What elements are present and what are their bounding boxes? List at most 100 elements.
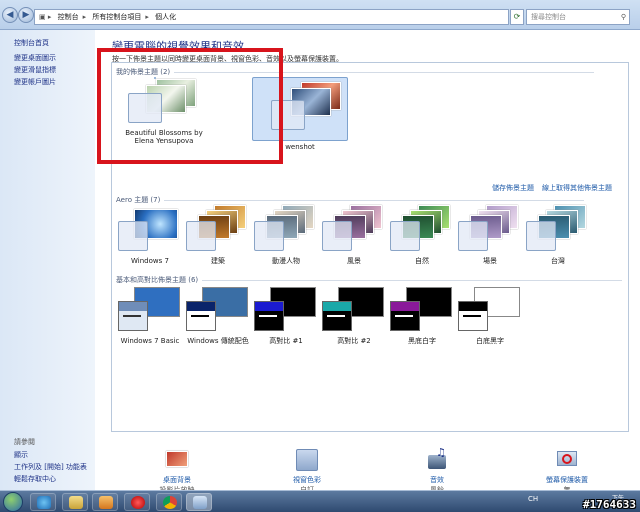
sidebar-item-mouse-pointers[interactable]: 變更滑鼠指標 bbox=[14, 65, 56, 75]
theme-label: Windows 7 bbox=[131, 257, 169, 265]
theme-titlebar-preview bbox=[255, 302, 283, 311]
opera-icon[interactable] bbox=[124, 493, 150, 511]
theme-thumbnail bbox=[320, 205, 388, 255]
theme-window-preview bbox=[322, 301, 352, 331]
see-also-ease-of-access[interactable]: 輕鬆存取中心 bbox=[14, 474, 56, 484]
theme-label: 自然 bbox=[415, 257, 429, 265]
window-glass-swatch bbox=[390, 221, 420, 251]
desktop-background-setting[interactable]: 桌面背景 投影片放映 bbox=[137, 447, 217, 495]
theme-titlebar-preview bbox=[119, 302, 147, 311]
window-glass-swatch bbox=[526, 221, 556, 251]
basic-theme-item[interactable]: Windows 7 Basic bbox=[116, 285, 184, 345]
refresh-icon[interactable]: ⟳ bbox=[510, 9, 524, 25]
theme-window-preview bbox=[118, 301, 148, 331]
breadcrumb-personalization[interactable]: 個人化 bbox=[155, 10, 176, 24]
control-panel-taskbar-icon[interactable] bbox=[186, 493, 212, 511]
search-input[interactable]: 搜尋控制台 ⚲ bbox=[526, 9, 630, 25]
theme-thumbnail bbox=[388, 205, 456, 255]
theme-label: 高對比 #2 bbox=[337, 337, 371, 345]
theme-thumbnail bbox=[456, 285, 524, 335]
divider bbox=[202, 279, 623, 281]
window-color-setting[interactable]: 視窗色彩 自訂 bbox=[267, 447, 347, 495]
theme-titlebar-preview bbox=[391, 302, 419, 311]
theme-label: 白底黑字 bbox=[476, 337, 504, 345]
theme-text-preview bbox=[327, 315, 345, 317]
get-more-themes-link[interactable]: 線上取得其他佈景主題 bbox=[542, 183, 612, 193]
sidebar-item-account-picture[interactable]: 變更帳戶圖片 bbox=[14, 77, 56, 87]
window-glass-swatch bbox=[254, 221, 284, 251]
screen-saver-setting[interactable]: 螢幕保護裝置 無 bbox=[527, 447, 607, 495]
theme-thumbnail bbox=[184, 205, 252, 255]
breadcrumb-all-items[interactable]: 所有控制台項目 bbox=[92, 10, 141, 24]
back-arrow-icon[interactable]: ◀ bbox=[2, 7, 18, 23]
window-glass-swatch bbox=[186, 221, 216, 251]
theme-text-preview bbox=[395, 315, 413, 317]
aero-theme-item[interactable]: Windows 7 bbox=[116, 205, 184, 265]
windows-start-icon[interactable] bbox=[3, 492, 23, 512]
input-language-indicator[interactable]: CH bbox=[528, 495, 538, 503]
screen-saver-icon bbox=[554, 447, 580, 473]
theme-text-preview bbox=[123, 315, 141, 317]
aero-theme-item[interactable]: 風景 bbox=[320, 205, 388, 265]
aero-themes-header: Aero 主題 (7) bbox=[116, 195, 585, 205]
file-explorer-icon[interactable] bbox=[62, 493, 88, 511]
chrome-icon[interactable] bbox=[156, 493, 182, 511]
see-also-taskbar[interactable]: 工作列及 [開始] 功能表 bbox=[14, 462, 87, 472]
see-also-title: 請參閱 bbox=[14, 438, 35, 446]
basic-theme-item[interactable]: 黑底白字 bbox=[388, 285, 456, 345]
basic-theme-item[interactable]: 白底黑字 bbox=[456, 285, 524, 345]
theme-label: 風景 bbox=[347, 257, 361, 265]
theme-label: 台灣 bbox=[551, 257, 565, 265]
aero-themes-header-label: Aero 主題 (7) bbox=[116, 196, 161, 204]
aero-theme-item[interactable]: 台灣 bbox=[524, 205, 592, 265]
window-glass-swatch bbox=[118, 221, 148, 251]
sidebar-item-desktop-icons[interactable]: 變更桌面圖示 bbox=[14, 53, 56, 63]
window-toolbar: ◀ ▶ ▣ ▸ 控制台 ▸ 所有控制台項目 ▸ 個人化 ⟳ 搜尋控制台 ⚲ bbox=[0, 0, 640, 30]
theme-thumbnail bbox=[388, 285, 456, 335]
save-theme-link[interactable]: 儲存佈景主題 bbox=[492, 183, 534, 193]
theme-thumbnail bbox=[116, 285, 184, 335]
theme-label: 場景 bbox=[483, 257, 497, 265]
theme-text-preview bbox=[191, 315, 209, 317]
breadcrumb-control-panel[interactable]: 控制台 bbox=[58, 10, 79, 24]
theme-label: Windows 7 Basic bbox=[120, 337, 180, 345]
aero-theme-item[interactable]: 自然 bbox=[388, 205, 456, 265]
basic-theme-item[interactable]: 高對比 #1 bbox=[252, 285, 320, 345]
setting-title: 桌面背景 bbox=[163, 476, 191, 484]
media-player-icon[interactable] bbox=[92, 493, 118, 511]
taskbar: CH 下午 04:00 bbox=[0, 490, 640, 512]
search-icon: ⚲ bbox=[620, 13, 626, 21]
theme-titlebar-preview bbox=[187, 302, 215, 311]
address-bar[interactable]: ▣ ▸ 控制台 ▸ 所有控制台項目 ▸ 個人化 bbox=[34, 9, 509, 25]
window-color-icon bbox=[294, 447, 320, 473]
theme-titlebar-preview bbox=[459, 302, 487, 311]
basic-theme-item[interactable]: 高對比 #2 bbox=[320, 285, 388, 345]
window-glass-swatch bbox=[322, 221, 352, 251]
sidebar: 控制台首頁 變更桌面圖示 變更滑鼠指標 變更帳戶圖片 請參閱 顯示 工作列及 [… bbox=[0, 30, 95, 490]
theme-thumbnail bbox=[320, 285, 388, 335]
window-glass-swatch bbox=[458, 221, 488, 251]
forward-arrow-icon[interactable]: ▶ bbox=[18, 7, 34, 23]
setting-title: 螢幕保護裝置 bbox=[546, 476, 588, 484]
see-also-display[interactable]: 顯示 bbox=[14, 450, 28, 460]
control-panel-icon: ▣ ▸ bbox=[39, 13, 52, 21]
sounds-setting[interactable]: ♫ 音效 風鈴 bbox=[397, 446, 477, 495]
breadcrumb-separator: ▸ bbox=[145, 13, 149, 21]
sounds-icon: ♫ bbox=[424, 446, 450, 473]
aero-theme-item[interactable]: 建築 bbox=[184, 205, 252, 265]
theme-thumbnail bbox=[252, 205, 320, 255]
basic-theme-item[interactable]: Windows 傳統配色 bbox=[184, 285, 252, 345]
aero-theme-item[interactable]: 場景 bbox=[456, 205, 524, 265]
internet-explorer-icon[interactable] bbox=[30, 493, 56, 511]
theme-label: 動漫人物 bbox=[272, 257, 300, 265]
theme-window-preview bbox=[458, 301, 488, 331]
theme-titlebar-preview bbox=[323, 302, 351, 311]
watermark: #1764633 bbox=[583, 498, 636, 511]
sidebar-item-home[interactable]: 控制台首頁 bbox=[14, 38, 49, 48]
desktop-background-icon bbox=[164, 447, 190, 473]
theme-text-preview bbox=[463, 315, 481, 317]
theme-label: Windows 傳統配色 bbox=[187, 337, 249, 345]
highlight-annotation-box bbox=[97, 48, 283, 164]
theme-label: 黑底白字 bbox=[408, 337, 436, 345]
aero-theme-item[interactable]: 動漫人物 bbox=[252, 205, 320, 265]
